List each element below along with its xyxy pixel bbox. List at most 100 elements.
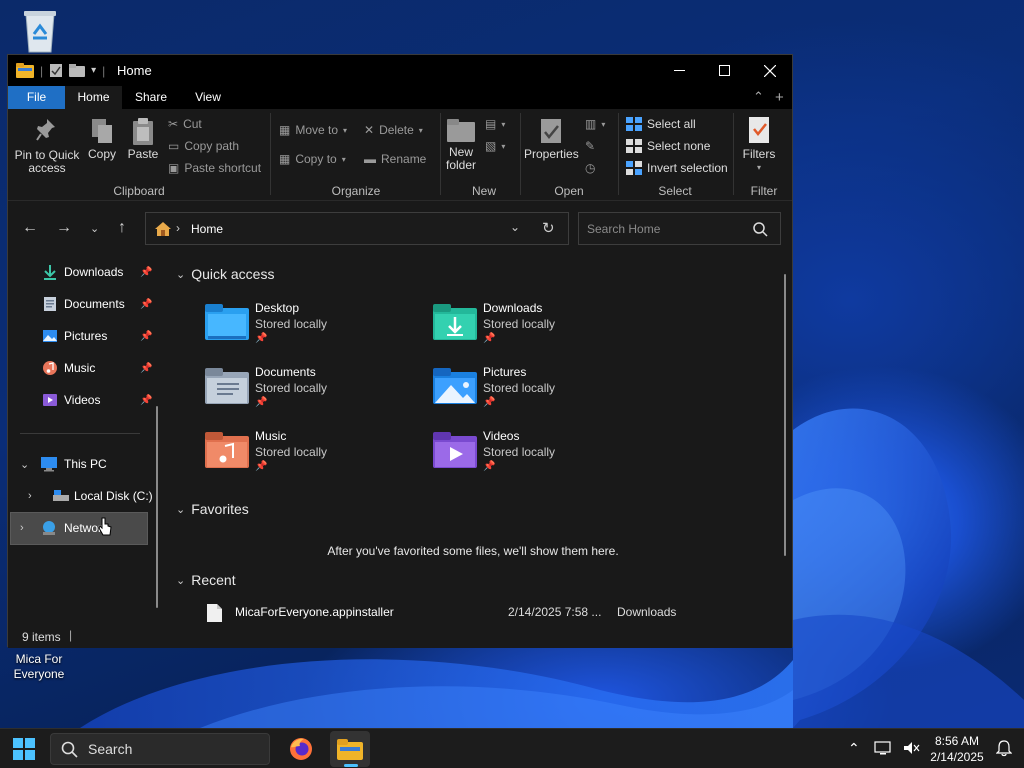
properties-button[interactable]: Properties [524, 117, 579, 161]
paste-shortcut-button[interactable]: ▣ Paste shortcut [168, 161, 261, 175]
nav-item-network[interactable]: › Network [20, 513, 108, 543]
address-bar[interactable]: › Home ⌄ ↻ [145, 212, 569, 245]
forward-arrow-icon[interactable]: → [56, 219, 72, 237]
file-explorer-app[interactable] [330, 731, 370, 767]
filters-button[interactable]: Filters ▾ [739, 115, 779, 174]
maximize-button[interactable] [701, 55, 747, 86]
window-title: Home [117, 63, 152, 78]
up-arrow-icon[interactable]: ↑ [118, 219, 126, 237]
tile-downloads[interactable]: Downloads Stored locally 📌 [396, 301, 616, 361]
invert-selection-button[interactable]: Invert selection [626, 161, 728, 175]
file-explorer-window: | ▾ | Home File Home Share View ⌃ + Pin … [7, 54, 793, 648]
nav-scrollbar[interactable] [156, 406, 158, 608]
paste-button[interactable]: Paste [126, 117, 160, 161]
nav-item-pictures[interactable]: Pictures 📌 [42, 321, 152, 351]
edit-icon: ✎ [585, 139, 596, 153]
pictures-folder-icon [433, 368, 477, 404]
collapse-ribbon-icon[interactable]: ⌃ [753, 89, 764, 105]
ribbon-tabs: File Home Share View ⌃ + [8, 86, 792, 109]
rename-icon: ▬ [364, 152, 376, 166]
new-folder-qat-icon[interactable] [69, 64, 86, 77]
volume-muted-icon[interactable] [903, 740, 921, 759]
add-tab-icon[interactable]: + [775, 89, 784, 106]
nav-item-downloads[interactable]: Downloads 📌 [42, 257, 152, 287]
show-hidden-icons-chevron-icon[interactable]: ⌃ [848, 740, 860, 757]
tab-file[interactable]: File [8, 86, 65, 109]
tile-pictures[interactable]: Pictures Stored locally 📌 [396, 365, 616, 425]
nav-item-this-pc[interactable]: ⌄ This PC [20, 449, 107, 479]
chevron-right-icon[interactable]: › [20, 522, 40, 534]
move-to-button[interactable]: ▦ Move to ▾ [279, 123, 347, 137]
taskbar-search[interactable]: Search [50, 733, 270, 765]
delete-button[interactable]: ✕ Delete ▾ [364, 123, 423, 137]
refresh-icon[interactable]: ↻ [542, 219, 555, 237]
chevron-down-icon[interactable]: ⌄ [20, 458, 40, 471]
nav-item-documents[interactable]: Documents 📌 [42, 289, 152, 319]
copy-button[interactable]: Copy [86, 117, 118, 161]
nav-item-music[interactable]: Music 📌 [42, 353, 152, 383]
rename-button[interactable]: ▬ Rename [364, 152, 426, 166]
tile-music[interactable]: Music Stored locally 📌 [168, 429, 388, 489]
tab-share[interactable]: Share [122, 86, 180, 109]
favorites-header[interactable]: ⌄ Favorites [176, 501, 249, 517]
back-arrow-icon[interactable]: ← [22, 219, 38, 237]
recent-file-location: Downloads [617, 605, 677, 619]
hand-cursor-icon [98, 517, 112, 536]
easy-access-button[interactable]: ▧ ▾ [485, 139, 505, 153]
nav-item-local-disk[interactable]: › Local Disk (C:) [28, 481, 153, 511]
firefox-app[interactable] [281, 731, 321, 767]
recent-locations-chevron-icon[interactable]: ⌄ [90, 222, 99, 235]
tile-documents[interactable]: Documents Stored locally 📌 [168, 365, 388, 425]
recent-file-row[interactable]: MicaForEveryone.appinstaller 2/14/2025 7… [206, 602, 766, 624]
open-button[interactable]: ▥ ▾ [585, 117, 605, 131]
chevron-right-icon[interactable]: › [28, 490, 52, 502]
filter-group-label: Filter [750, 184, 778, 198]
start-button[interactable] [4, 731, 44, 767]
windows-logo-icon [13, 738, 35, 760]
title-bar[interactable]: | ▾ | Home [8, 55, 792, 86]
copy-to-button[interactable]: ▦ Copy to ▾ [279, 152, 346, 166]
pin-icon: 📌 [140, 298, 153, 310]
edit-button[interactable]: ✎ [585, 139, 595, 153]
new-item-button[interactable]: ▤ ▾ [485, 117, 505, 131]
notification-bell-icon[interactable] [995, 740, 1013, 760]
pin-to-quick-access-button[interactable]: Pin to Quick access [14, 117, 80, 175]
tray-clock[interactable]: 8:56 AM 2/14/2025 [922, 733, 992, 765]
cut-button[interactable]: ✂ Cut [168, 117, 202, 131]
properties-qat-icon[interactable] [49, 63, 63, 78]
drive-icon [53, 490, 69, 501]
new-folder-button[interactable]: New folder [444, 117, 478, 172]
minimize-button[interactable] [656, 55, 702, 86]
search-input[interactable]: Search Home [578, 212, 781, 245]
desktop-folder-icon [205, 304, 249, 340]
tile-desktop[interactable]: Desktop Stored locally 📌 [168, 301, 388, 361]
tab-home[interactable]: Home [65, 86, 122, 109]
qat-dropdown-icon[interactable]: ▾ [91, 65, 96, 76]
pin-icon: 📌 [140, 266, 153, 278]
ribbon-separator [440, 113, 441, 195]
close-button[interactable] [747, 55, 793, 86]
active-app-indicator [344, 764, 358, 767]
quick-access-header[interactable]: ⌄ Quick access [176, 266, 274, 282]
recent-header[interactable]: ⌄ Recent [176, 572, 236, 588]
tile-videos[interactable]: Videos Stored locally 📌 [396, 429, 616, 489]
nav-item-videos[interactable]: Videos 📌 [42, 385, 152, 415]
content-scrollbar[interactable] [784, 274, 786, 556]
easy-access-icon: ▧ [485, 139, 497, 153]
tab-view[interactable]: View [180, 86, 236, 109]
recycle-bin-icon[interactable] [18, 6, 62, 54]
display-icon[interactable] [874, 740, 892, 759]
filters-icon [749, 117, 769, 143]
address-dropdown-icon[interactable]: ⌄ [510, 220, 520, 234]
history-button[interactable]: ◷ [585, 161, 595, 175]
firefox-icon [290, 738, 312, 760]
clipboard-group-label: Clipboard [113, 184, 165, 198]
mica-shortcut-label[interactable]: Mica For Everyone [6, 652, 72, 682]
paste-shortcut-icon: ▣ [168, 161, 180, 175]
select-all-button[interactable]: Select all [626, 117, 696, 131]
breadcrumb-home[interactable]: Home [191, 222, 223, 236]
ribbon-separator [520, 113, 521, 195]
network-icon [43, 521, 55, 535]
copy-path-button[interactable]: ▭ Copy path [168, 139, 239, 153]
select-none-button[interactable]: Select none [626, 139, 710, 153]
